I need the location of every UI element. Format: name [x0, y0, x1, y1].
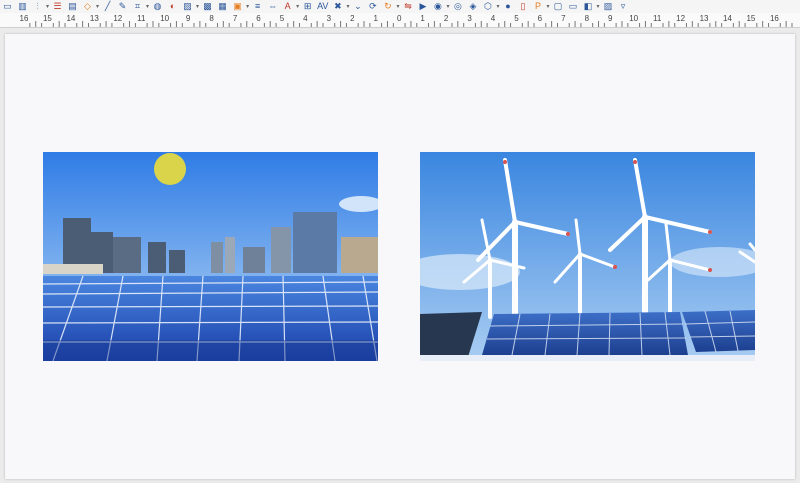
effects-icon[interactable]: ◈	[465, 1, 480, 12]
globe-icon[interactable]: ●	[501, 1, 516, 12]
ruler-label: 8	[209, 14, 214, 23]
solar-panels-city-image[interactable]	[43, 152, 378, 361]
ruler-label: 15	[42, 14, 52, 23]
ruler-label: 2	[443, 14, 449, 23]
align-icon[interactable]: ⫶	[30, 1, 45, 12]
ruler-label: 3	[467, 14, 472, 23]
crop-icon[interactable]: ⌗	[130, 1, 145, 12]
color-icon[interactable]: ▩	[200, 1, 215, 12]
ruler-label: 0	[396, 14, 402, 23]
ruler-label: 13	[699, 14, 709, 23]
ruler-label: 7	[232, 14, 238, 23]
ruler-label: 6	[537, 14, 543, 23]
ruler-label: 8	[584, 14, 590, 23]
shapes-icon[interactable]: ◇	[80, 1, 95, 12]
ruler-label: 12	[676, 14, 686, 23]
distribute-icon[interactable]: ☰	[50, 1, 65, 12]
ruler-label: 3	[326, 14, 332, 23]
fill-icon[interactable]: ▣	[230, 1, 245, 12]
ruler-label: 13	[89, 14, 99, 23]
page-icon[interactable]: ▯	[516, 1, 531, 12]
ruler-label: 15	[746, 14, 756, 23]
rotate-icon[interactable]: ↻	[380, 1, 395, 12]
spacing-icon[interactable]: ⇔	[265, 1, 280, 12]
ruler-label: 10	[629, 14, 639, 23]
ruler-label: 14	[66, 14, 76, 23]
chart-icon[interactable]: ▥	[15, 1, 30, 12]
flip-icon[interactable]: ⇋	[400, 1, 415, 12]
ruler-label: 11	[137, 14, 146, 23]
ruler-label: 9	[608, 14, 613, 23]
filter-icon[interactable]: ◍	[150, 1, 165, 12]
fontwork-icon[interactable]: A	[280, 1, 295, 12]
horizontal-ruler[interactable]: 16 15 14 13 12 11 10 9 8 7 6 5 4 3 2 1 0 1 2 3 4 5 6 7 8 9 10 11 12 1…	[0, 13, 800, 28]
image-icon[interactable]: ▨	[180, 1, 195, 12]
ruler-label: 4	[490, 14, 496, 23]
frame-icon[interactable]: ▢	[551, 1, 566, 12]
ruler-label: 14	[723, 14, 732, 23]
ruler-label: 6	[256, 14, 261, 23]
insert-icon[interactable]: ▭	[566, 1, 581, 12]
char-spacing-icon[interactable]: AV	[315, 1, 330, 12]
chevron-icon[interactable]: ⌄	[350, 1, 365, 12]
ruler-label: 1	[373, 14, 378, 23]
transform-icon[interactable]: ⟳	[365, 1, 380, 12]
line-style-icon[interactable]: ≡	[250, 1, 265, 12]
sun-shape	[154, 153, 186, 185]
interaction-icon[interactable]: ⬡	[480, 1, 495, 12]
ruler-label: 5	[279, 14, 285, 23]
ruler-label: 11	[652, 14, 662, 23]
ruler-label: 12	[113, 14, 123, 23]
ruler-label: 9	[185, 14, 191, 23]
ruler-label: 7	[561, 14, 566, 23]
ruler-label: 5	[514, 14, 519, 23]
slide-icon[interactable]: ◧	[581, 1, 596, 12]
draw-icon[interactable]: ✎	[115, 1, 130, 12]
hyperlink-icon[interactable]: P	[531, 1, 546, 12]
ruler-label: 16	[19, 14, 29, 23]
sound-icon[interactable]: ◉	[430, 1, 445, 12]
ruler-label: 1	[420, 14, 425, 23]
ruler-label: 4	[303, 14, 308, 23]
delete-icon[interactable]: ✖	[330, 1, 345, 12]
image2-icon[interactable]: ▨	[601, 1, 616, 12]
slide-canvas[interactable]	[5, 34, 795, 479]
more-icon[interactable]: ▿	[616, 1, 631, 12]
line-icon[interactable]: ╱	[100, 1, 115, 12]
toolbar: ▭ ▥ ⫶ ▾ ☰ ▤ ◇ ▾ ╱ ✎ ⌗ ▾ ◍ ◐ ▨ ▾ ▩ ▦ ▣ ▾ ≡ ⇔ A ▾ ⊞ AV ✖ ▾ ⌄ ⟳ ↻ ▾ ⇋ ▶ ◉ ▾ ◎ ◈ ⬡…	[0, 0, 800, 13]
table-icon[interactable]: ⊞	[300, 1, 315, 12]
textbox-icon[interactable]: ▭	[0, 1, 15, 12]
slide-workspace	[0, 28, 800, 483]
3d-icon[interactable]: ◎	[450, 1, 465, 12]
arrange-icon[interactable]: ▤	[65, 1, 80, 12]
wind-turbines-solar-image[interactable]	[420, 152, 755, 361]
media-icon[interactable]: ▶	[415, 1, 430, 12]
shadow-icon[interactable]: ◐	[165, 1, 180, 12]
ruler-label: 2	[350, 14, 355, 23]
ruler-label: 10	[160, 14, 170, 23]
ruler-label: 16	[769, 14, 779, 23]
border-icon[interactable]: ▦	[215, 1, 230, 12]
